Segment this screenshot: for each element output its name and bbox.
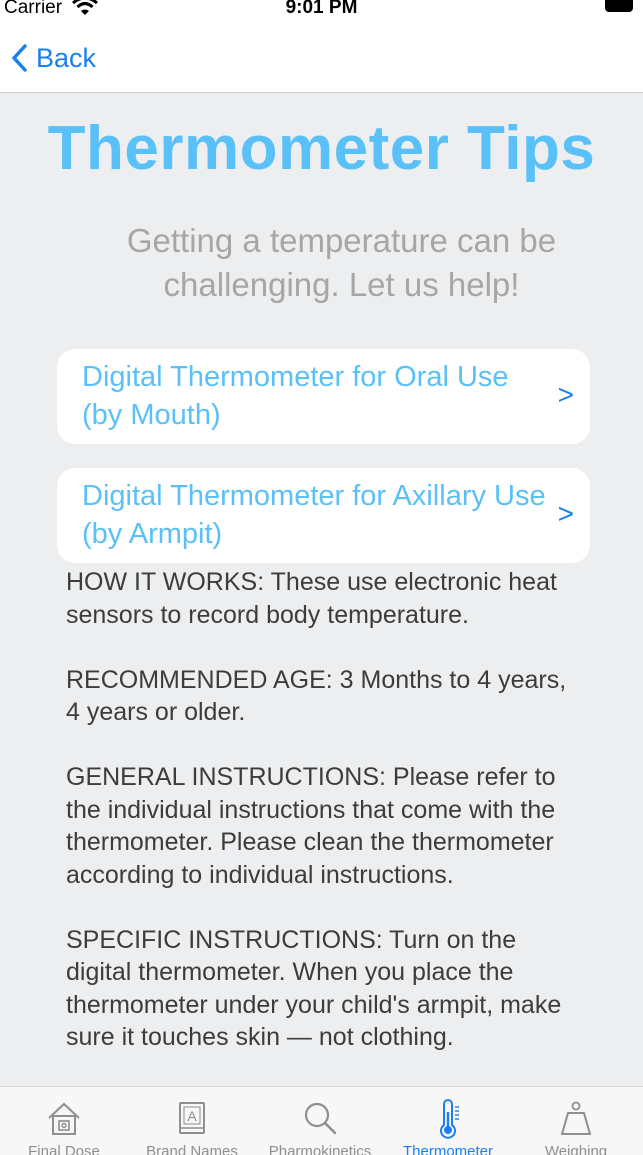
chevron-right-icon: >: [557, 498, 574, 529]
page-title: Thermometer Tips: [47, 114, 596, 183]
general-instructions-text: GENERAL INSTRUCTIONS: Please refer to th…: [66, 763, 556, 889]
recommended-age-text: RECOMMENDED AGE: 3 Months to 4 years, 4 …: [66, 665, 567, 727]
tab-bar: Final Dose A Brand Names Pharmokinetics …: [0, 1086, 643, 1155]
info-section: HOW IT WORKS: These use electronic heat …: [66, 566, 586, 1086]
back-button[interactable]: Back: [10, 38, 96, 78]
tab-label: Thermometer: [402, 1143, 494, 1155]
navigation-bar: Back: [0, 22, 643, 93]
tab-label: Weighing: [544, 1143, 608, 1155]
magnifier-icon: [304, 1102, 337, 1135]
status-bar: Carrier 9:01 PM: [0, 0, 643, 22]
how-it-works-text: HOW IT WORKS: These use electronic heat …: [66, 568, 557, 629]
tab-final-dose[interactable]: Final Dose: [0, 1087, 128, 1155]
book-icon: A: [179, 1102, 205, 1134]
tab-label: Brand Names: [146, 1143, 238, 1155]
specific-instructions-text: SPECIFIC INSTRUCTIONS: Turn on the digit…: [66, 925, 562, 1052]
oral-thermometer-link[interactable]: Digital Thermometer for Oral Use (by Mou…: [57, 349, 590, 444]
tab-pharmokinetics[interactable]: Pharmokinetics: [256, 1087, 384, 1155]
thermometer-icon: [440, 1099, 459, 1139]
scale-icon: [560, 1101, 592, 1135]
battery-icon: [605, 0, 633, 12]
tab-weighing[interactable]: Weighing: [512, 1087, 640, 1155]
tab-brand-names[interactable]: A Brand Names: [128, 1087, 256, 1155]
tab-thermometer[interactable]: Thermometer: [384, 1087, 512, 1155]
oral-thermometer-label: Digital Thermometer for Oral Use (by Mou…: [82, 361, 509, 431]
clock-time: 9:01 PM: [285, 0, 358, 18]
tab-label: Final Dose: [28, 1143, 100, 1155]
axillary-thermometer-link[interactable]: Digital Thermometer for Axillary Use (by…: [57, 468, 590, 563]
chevron-right-icon: >: [557, 379, 574, 410]
svg-text:A: A: [187, 1108, 197, 1124]
chevron-left-icon: [12, 44, 27, 72]
axillary-thermometer-label: Digital Thermometer for Axillary Use (by…: [82, 480, 546, 550]
tab-label: Pharmokinetics: [268, 1143, 372, 1155]
house-icon: [48, 1102, 80, 1135]
page-subtitle: Getting a temperature can be challenging…: [126, 222, 557, 303]
back-label: Back: [36, 42, 97, 73]
